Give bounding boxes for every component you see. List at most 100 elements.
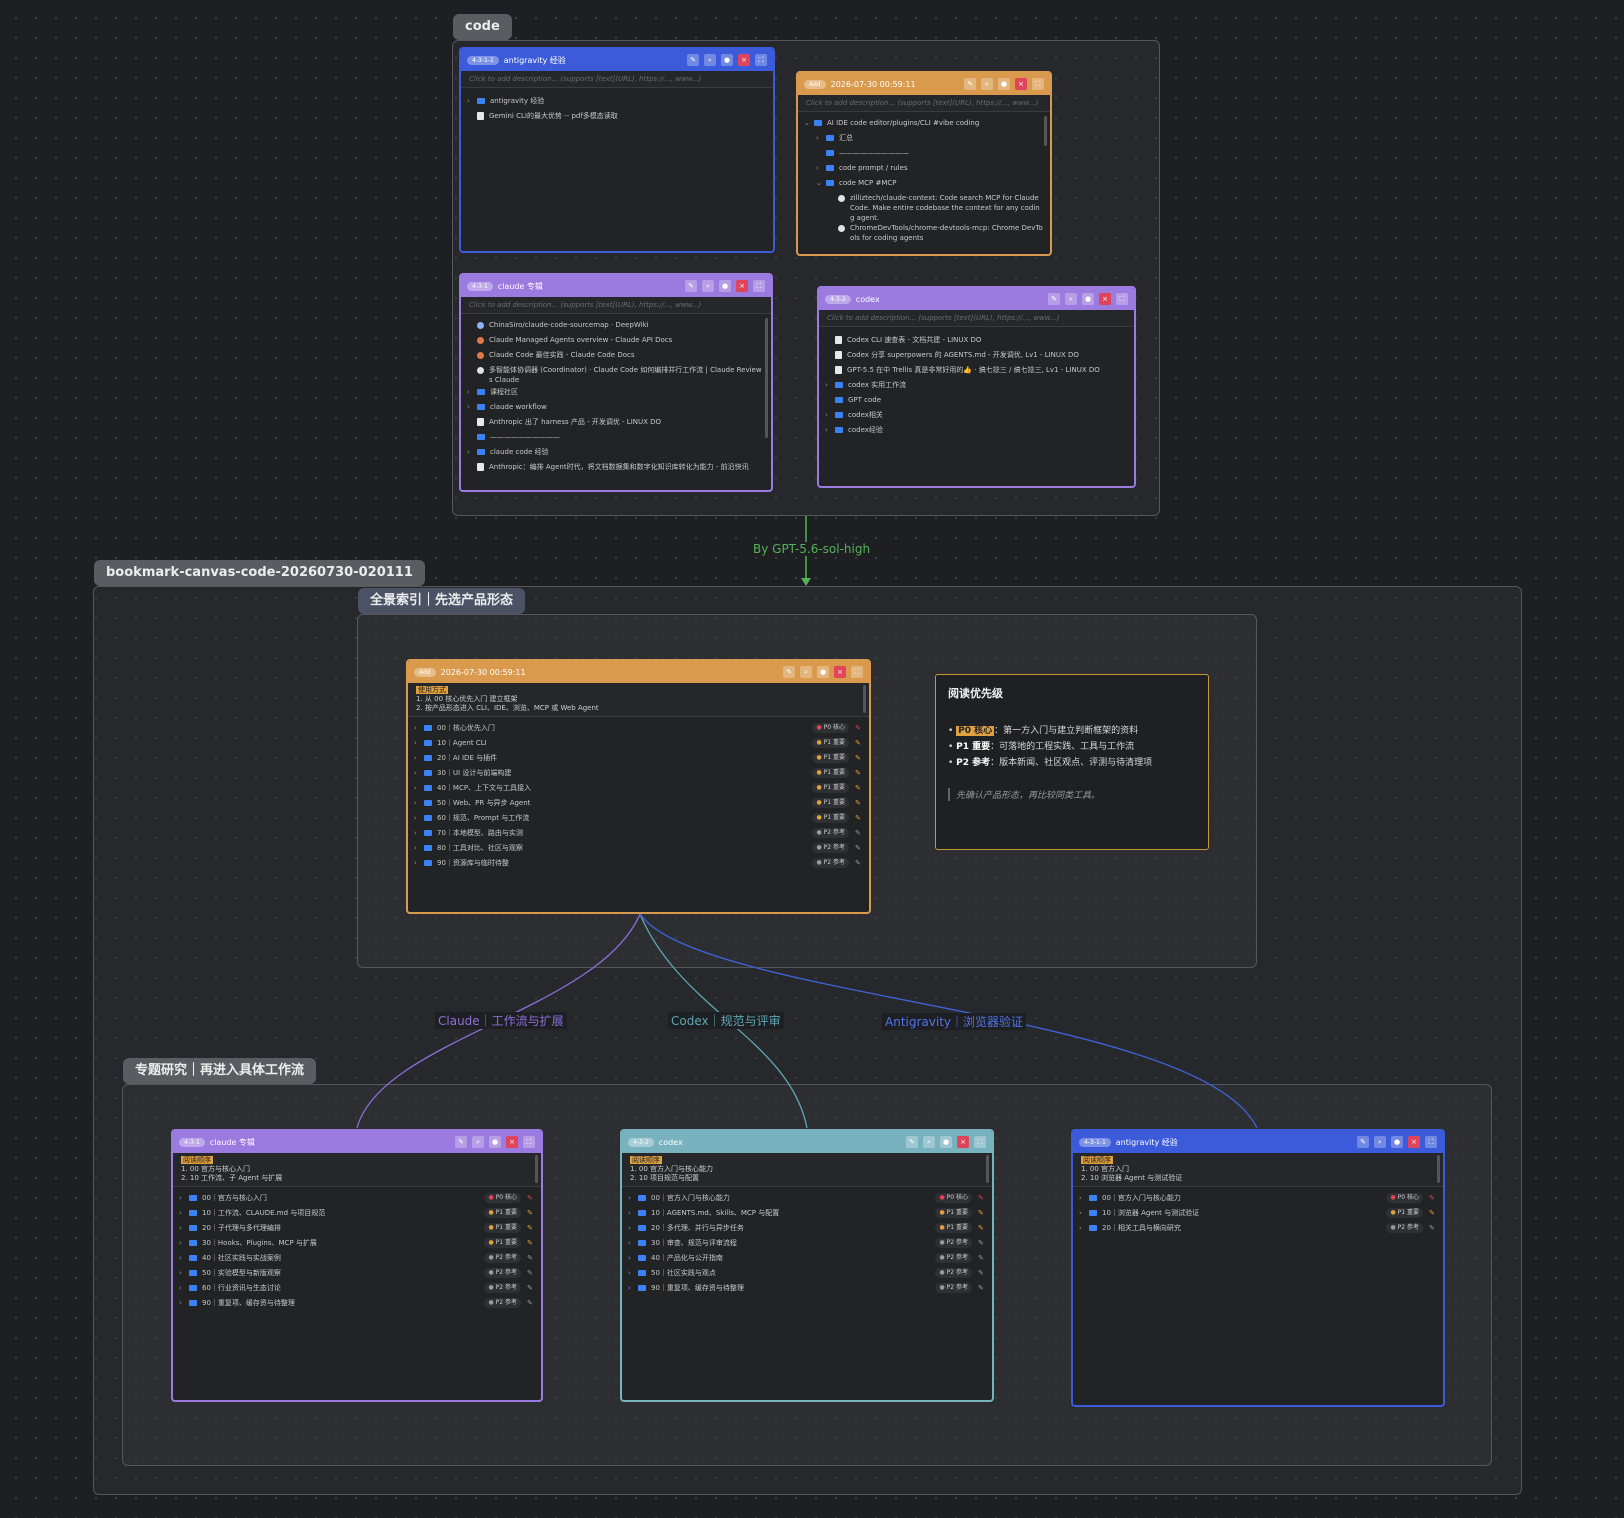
palette-icon[interactable]: ● — [817, 666, 829, 678]
chevron-right-icon[interactable]: › — [414, 798, 424, 808]
expand-icon[interactable]: ⛶ — [523, 1136, 535, 1148]
list-item[interactable]: › 课程社区 — [467, 387, 765, 402]
pencil-icon[interactable]: ✎ — [978, 1253, 986, 1263]
list-item[interactable]: Gemini CLI的最大优势 -- pdf多模态读取 — [467, 111, 767, 126]
palette-icon[interactable]: ● — [719, 280, 731, 292]
pencil-icon[interactable]: ✎ — [527, 1298, 535, 1308]
list-item[interactable]: › 80｜工具对比、社区与观察 ● P2 参考 ✎ — [414, 843, 863, 858]
chevron-right-icon[interactable]: › — [179, 1283, 189, 1293]
list-item[interactable]: › 70｜本地模型、路由与实测 ● P2 参考 ✎ — [414, 828, 863, 843]
list-item[interactable]: › 10｜Agent CLI ● P1 重要 ✎ — [414, 738, 863, 753]
palette-icon[interactable]: ● — [721, 54, 733, 66]
palette-icon[interactable]: ● — [1391, 1136, 1403, 1148]
search-icon[interactable]: ⌕ — [1374, 1136, 1386, 1148]
palette-icon[interactable]: ● — [489, 1136, 501, 1148]
list-item[interactable]: › 20｜AI IDE 与插件 ● P1 重要 ✎ — [414, 753, 863, 768]
chevron-right-icon[interactable]: › — [414, 768, 424, 778]
palette-icon[interactable]: ● — [1082, 293, 1094, 305]
chevron-right-icon[interactable]: › — [179, 1268, 189, 1278]
pencil-icon[interactable]: ✎ — [855, 753, 863, 763]
close-icon[interactable]: × — [1015, 78, 1027, 90]
search-icon[interactable]: ⌕ — [472, 1136, 484, 1148]
pencil-icon[interactable]: ✎ — [527, 1208, 535, 1218]
node-antigravity-top[interactable]: 4-3-1-1 antigravity 经验 ✎ ⌕ ● × ⛶ Click t… — [459, 47, 775, 253]
list-item[interactable]: › 50｜社区实践与观点 ● P2 参考 ✎ — [628, 1268, 986, 1283]
chevron-right-icon[interactable]: › — [179, 1238, 189, 1248]
list-item[interactable]: › 30｜UI 设计与前端构建 ● P1 重要 ✎ — [414, 768, 863, 783]
pencil-icon[interactable]: ✎ — [855, 843, 863, 853]
node-note[interactable]: 使用方式 1. 从 00 核心优先入门 建立框架 2. 按产品形态进入 CLI、… — [408, 683, 869, 717]
list-item[interactable]: › antigravity 经验 — [467, 96, 767, 111]
list-item[interactable]: GPT code — [825, 395, 1128, 410]
list-item[interactable]: ChinaSiro/claude-code-sourcemap · DeepWi… — [467, 320, 765, 335]
description-field[interactable]: Click to add description... (supports [t… — [798, 95, 1050, 112]
scrollbar[interactable] — [863, 685, 866, 713]
list-item[interactable]: › 30｜审查、规范与评审流程 ● P2 参考 ✎ — [628, 1238, 986, 1253]
pencil-icon[interactable]: ✎ — [855, 738, 863, 748]
list-item[interactable]: › 10｜AGENTS.md、Skills、MCP 与配置 ● P1 重要 ✎ — [628, 1208, 986, 1223]
edit-icon[interactable]: ✎ — [455, 1136, 467, 1148]
chevron-right-icon[interactable]: › — [414, 843, 424, 853]
list-item[interactable]: › claude workflow — [467, 402, 765, 417]
list-item[interactable]: —————————— — [467, 432, 765, 447]
chevron-right-icon[interactable]: › — [1079, 1208, 1089, 1218]
list-item[interactable]: › 40｜产品化与公开指南 ● P2 参考 ✎ — [628, 1253, 986, 1268]
chevron-right-icon[interactable]: › — [628, 1193, 638, 1203]
pencil-icon[interactable]: ✎ — [527, 1253, 535, 1263]
scrollbar[interactable] — [765, 318, 768, 438]
search-icon[interactable]: ⌕ — [923, 1136, 935, 1148]
node-codex-bottom[interactable]: 4-3-2 codex ✎ ⌕ ● × ⛶ 阅读顺序 1. 00 官方入门与核心… — [620, 1129, 994, 1402]
close-icon[interactable]: × — [957, 1136, 969, 1148]
list-item[interactable]: › 50｜Web、PR 与异步 Agent ● P1 重要 ✎ — [414, 798, 863, 813]
list-item[interactable]: › 10｜工作流、CLAUDE.md 与项目规范 ● P1 重要 ✎ — [179, 1208, 535, 1223]
list-item[interactable]: —————————— — [804, 148, 1044, 163]
list-item[interactable]: ⌄ AI IDE code editor/plugins/CLI #vibe co… — [804, 118, 1044, 133]
list-item[interactable]: › 30｜Hooks、Plugins、MCP 与扩展 ● P1 重要 ✎ — [179, 1238, 535, 1253]
list-item[interactable]: › 20｜相关工具与横向研究 ● P2 参考 ✎ — [1079, 1223, 1437, 1238]
list-item[interactable]: GPT-5.5 在中 Trellis 真是非常好用的👍 · 搞七捻三 / 搞七捻… — [825, 365, 1128, 380]
palette-icon[interactable]: ● — [998, 78, 1010, 90]
node-overview[interactable]: Add 2026-07-30 00:59:11 ✎ ⌕ ● × ⛶ 使用方式 1… — [406, 659, 871, 914]
chevron-right-icon[interactable]: › — [179, 1298, 189, 1308]
chevron-right-icon[interactable]: › — [628, 1238, 638, 1248]
pencil-icon[interactable]: ✎ — [855, 858, 863, 868]
chevron-right-icon[interactable]: › — [1079, 1223, 1089, 1233]
pencil-icon[interactable]: ✎ — [978, 1283, 986, 1293]
chevron-right-icon[interactable]: › — [414, 753, 424, 763]
edge-label-antigravity[interactable]: Antigravity｜浏览器验证 — [882, 1013, 1027, 1030]
chevron-right-icon[interactable]: › — [179, 1193, 189, 1203]
node-header[interactable]: 4-3-1 claude 专辑 ✎ ⌕ ● × ⛶ — [173, 1131, 541, 1153]
node-header[interactable]: Add 2026-07-30 00:59:11 ✎ ⌕ ● × ⛶ — [408, 661, 869, 683]
search-icon[interactable]: ⌕ — [704, 54, 716, 66]
chevron-right-icon[interactable]: › — [1079, 1193, 1089, 1203]
chevron-right-icon[interactable]: › — [414, 723, 424, 733]
node-header[interactable]: Add 2026-07-30 00:59:11 ✎ ⌕ ● × ⛶ — [798, 73, 1050, 95]
reading-priority-note[interactable]: 阅读优先级 • P0 核心 ：第一方入门与建立判断框架的资料 • P1 重要：可落… — [935, 674, 1209, 850]
list-item[interactable]: › 00｜官方入门与核心能力 ● P0 核心 ✎ — [628, 1193, 986, 1208]
list-item[interactable]: › codex经验 — [825, 425, 1128, 440]
list-item[interactable]: › codex相关 — [825, 410, 1128, 425]
edit-icon[interactable]: ✎ — [687, 54, 699, 66]
chevron-down-icon[interactable]: ⌄ — [804, 118, 814, 128]
expand-icon[interactable]: ⛶ — [1116, 293, 1128, 305]
list-item[interactable]: › 20｜多代理、并行与异步任务 ● P1 重要 ✎ — [628, 1223, 986, 1238]
description-field[interactable]: Click to add description... (supports [t… — [819, 310, 1134, 327]
list-item[interactable]: zilliztech/claude-context: Code search M… — [804, 193, 1044, 223]
list-item[interactable]: › 20｜子代理与多代理编排 ● P1 重要 ✎ — [179, 1223, 535, 1238]
pencil-icon[interactable]: ✎ — [855, 813, 863, 823]
chevron-right-icon[interactable]: › — [414, 783, 424, 793]
expand-icon[interactable]: ⛶ — [851, 666, 863, 678]
chevron-right-icon[interactable]: › — [825, 425, 835, 435]
chevron-down-icon[interactable]: ⌄ — [816, 178, 826, 188]
chevron-right-icon[interactable]: › — [628, 1253, 638, 1263]
list-item[interactable]: › 60｜行业资讯与生态讨论 ● P2 参考 ✎ — [179, 1283, 535, 1298]
list-item[interactable]: › 40｜社区实践与实战案例 ● P2 参考 ✎ — [179, 1253, 535, 1268]
chevron-right-icon[interactable]: › — [414, 813, 424, 823]
node-orange-top[interactable]: Add 2026-07-30 00:59:11 ✎ ⌕ ● × ⛶ Click … — [796, 71, 1052, 256]
close-icon[interactable]: × — [738, 54, 750, 66]
edit-icon[interactable]: ✎ — [783, 666, 795, 678]
chevron-right-icon[interactable]: › — [467, 447, 477, 457]
close-icon[interactable]: × — [834, 666, 846, 678]
list-item[interactable]: › 00｜官方与核心入门 ● P0 核心 ✎ — [179, 1193, 535, 1208]
scrollbar[interactable] — [986, 1155, 989, 1183]
